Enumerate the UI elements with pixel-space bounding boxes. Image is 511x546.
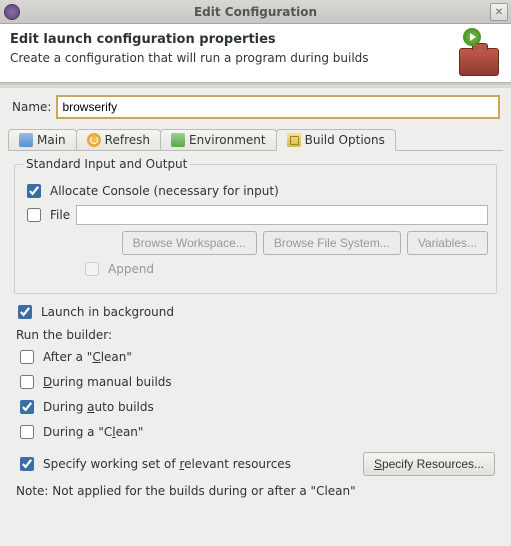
tab-main[interactable]: Main [8,129,77,150]
specify-working-set-label: Specify working set of relevant resource… [43,457,291,471]
stdio-group: Standard Input and Output Allocate Conso… [14,157,497,294]
during-clean-checkbox[interactable] [20,425,34,439]
window-titlebar: Edit Configuration ✕ [0,0,511,24]
specify-working-set-checkbox[interactable] [20,457,34,471]
name-label: Name: [12,100,51,114]
main-icon [19,133,33,147]
browse-workspace-button[interactable]: Browse Workspace... [122,231,257,255]
tab-refresh[interactable]: Refresh [76,129,161,150]
during-auto-checkbox[interactable] [20,400,34,414]
dialog-header: Edit launch configuration properties Cre… [0,24,511,82]
variables-button[interactable]: Variables... [407,231,488,255]
append-label: Append [108,262,154,276]
name-input[interactable] [57,96,499,118]
app-icon [4,4,20,20]
header-title: Edit launch configuration properties [10,32,501,47]
after-clean-checkbox[interactable] [20,350,34,364]
tab-refresh-label: Refresh [105,133,150,147]
run-icon [463,28,481,46]
browse-filesystem-button[interactable]: Browse File System... [263,231,401,255]
tab-build-options-label: Build Options [305,133,385,147]
toolbox-icon [459,48,499,76]
build-options-icon [287,133,301,147]
window-title: Edit Configuration [194,5,317,19]
during-clean-label: During a "Clean" [43,425,143,439]
run-builder-label: Run the builder: [16,328,495,342]
build-options-panel: Standard Input and Output Allocate Conso… [8,150,503,498]
launch-background-checkbox[interactable] [18,305,32,319]
file-path-input[interactable] [76,205,488,225]
tab-build-options[interactable]: Build Options [276,129,396,151]
append-checkbox[interactable] [85,262,99,276]
tab-environment[interactable]: Environment [160,129,277,150]
environment-icon [171,133,185,147]
during-auto-label: During auto builds [43,400,154,414]
refresh-icon [87,133,101,147]
stdio-group-label: Standard Input and Output [23,157,190,171]
note-text: Note: Not applied for the builds during … [16,484,495,498]
specify-resources-button[interactable]: Specify Resources... [363,452,495,476]
during-manual-checkbox[interactable] [20,375,34,389]
allocate-console-checkbox[interactable] [27,184,41,198]
launch-background-label: Launch in background [41,305,174,319]
tab-environment-label: Environment [189,133,266,147]
allocate-console-label: Allocate Console (necessary for input) [50,184,279,198]
after-clean-label: After a "Clean" [43,350,132,364]
header-subtitle: Create a configuration that will run a p… [10,51,501,65]
file-label: File [50,208,70,222]
header-decorative-icon [449,30,495,76]
close-icon[interactable]: ✕ [490,3,508,21]
during-manual-label: During manual builds [43,375,172,389]
tab-bar: Main Refresh Environment Build Options [0,126,511,150]
file-checkbox[interactable] [27,208,41,222]
tab-main-label: Main [37,133,66,147]
